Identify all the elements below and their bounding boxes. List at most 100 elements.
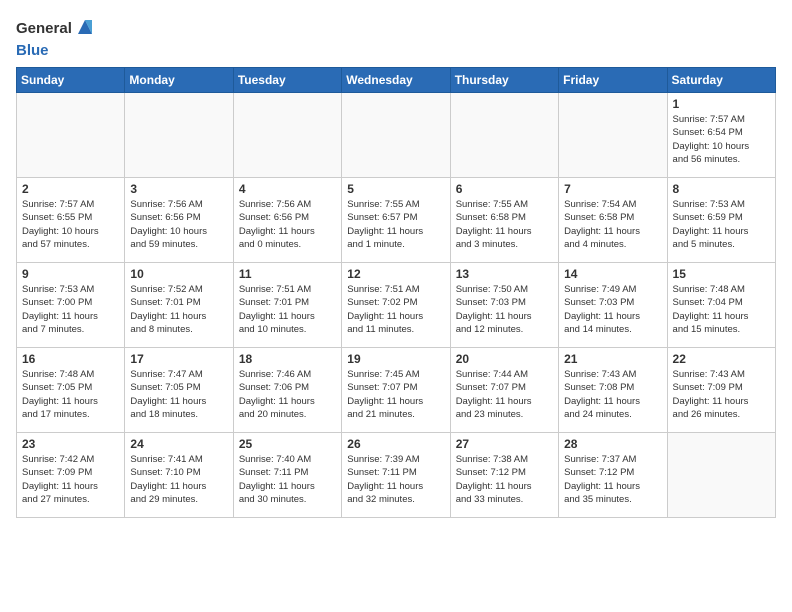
calendar-cell: 15 Sunrise: 7:48 AMSunset: 7:04 PMDayligh… xyxy=(667,263,775,348)
day-number: 25 xyxy=(239,437,336,451)
day-info: Sunrise: 7:43 AMSunset: 7:08 PMDaylight:… xyxy=(564,368,661,421)
day-info: Sunrise: 7:54 AMSunset: 6:58 PMDaylight:… xyxy=(564,198,661,251)
day-info: Sunrise: 7:53 AMSunset: 7:00 PMDaylight:… xyxy=(22,283,119,336)
calendar-cell: 22 Sunrise: 7:43 AMSunset: 7:09 PMDayligh… xyxy=(667,348,775,433)
day-number: 22 xyxy=(673,352,770,366)
day-info: Sunrise: 7:42 AMSunset: 7:09 PMDaylight:… xyxy=(22,453,119,506)
calendar-cell: 4 Sunrise: 7:56 AMSunset: 6:56 PMDaylight… xyxy=(233,178,341,263)
logo: General Blue xyxy=(16,16,96,59)
day-number: 2 xyxy=(22,182,119,196)
day-info: Sunrise: 7:39 AMSunset: 7:11 PMDaylight:… xyxy=(347,453,444,506)
calendar-cell: 14 Sunrise: 7:49 AMSunset: 7:03 PMDayligh… xyxy=(559,263,667,348)
calendar-cell: 16 Sunrise: 7:48 AMSunset: 7:05 PMDayligh… xyxy=(17,348,125,433)
calendar-cell: 28 Sunrise: 7:37 AMSunset: 7:12 PMDayligh… xyxy=(559,433,667,518)
calendar-cell: 25 Sunrise: 7:40 AMSunset: 7:11 PMDayligh… xyxy=(233,433,341,518)
day-info: Sunrise: 7:37 AMSunset: 7:12 PMDaylight:… xyxy=(564,453,661,506)
day-info: Sunrise: 7:53 AMSunset: 6:59 PMDaylight:… xyxy=(673,198,770,251)
calendar-cell: 19 Sunrise: 7:45 AMSunset: 7:07 PMDayligh… xyxy=(342,348,450,433)
calendar-cell xyxy=(450,93,558,178)
weekday-header-sunday: Sunday xyxy=(17,68,125,93)
day-info: Sunrise: 7:52 AMSunset: 7:01 PMDaylight:… xyxy=(130,283,227,336)
day-number: 17 xyxy=(130,352,227,366)
day-number: 1 xyxy=(673,97,770,111)
day-number: 19 xyxy=(347,352,444,366)
calendar-cell xyxy=(233,93,341,178)
weekday-header-tuesday: Tuesday xyxy=(233,68,341,93)
day-number: 23 xyxy=(22,437,119,451)
week-row-2: 2Sunrise: 7:57 AMSunset: 6:55 PMDaylight… xyxy=(17,178,776,263)
day-info: Sunrise: 7:48 AMSunset: 7:04 PMDaylight:… xyxy=(673,283,770,336)
day-info: Sunrise: 7:55 AMSunset: 6:58 PMDaylight:… xyxy=(456,198,553,251)
day-number: 7 xyxy=(564,182,661,196)
day-number: 3 xyxy=(130,182,227,196)
day-number: 16 xyxy=(22,352,119,366)
day-number: 11 xyxy=(239,267,336,281)
weekday-header-row: SundayMondayTuesdayWednesdayThursdayFrid… xyxy=(17,68,776,93)
weekday-header-friday: Friday xyxy=(559,68,667,93)
day-info: Sunrise: 7:48 AMSunset: 7:05 PMDaylight:… xyxy=(22,368,119,421)
day-number: 5 xyxy=(347,182,444,196)
weekday-header-thursday: Thursday xyxy=(450,68,558,93)
day-info: Sunrise: 7:45 AMSunset: 7:07 PMDaylight:… xyxy=(347,368,444,421)
calendar-cell: 13 Sunrise: 7:50 AMSunset: 7:03 PMDayligh… xyxy=(450,263,558,348)
day-number: 24 xyxy=(130,437,227,451)
day-info: Sunrise: 7:47 AMSunset: 7:05 PMDaylight:… xyxy=(130,368,227,421)
day-number: 14 xyxy=(564,267,661,281)
day-number: 6 xyxy=(456,182,553,196)
logo-general: General xyxy=(16,16,96,43)
calendar-cell: 17 Sunrise: 7:47 AMSunset: 7:05 PMDayligh… xyxy=(125,348,233,433)
calendar-cell: 3 Sunrise: 7:56 AMSunset: 6:56 PMDaylight… xyxy=(125,178,233,263)
calendar-cell: 10 Sunrise: 7:52 AMSunset: 7:01 PMDayligh… xyxy=(125,263,233,348)
calendar-cell xyxy=(17,93,125,178)
day-info: Sunrise: 7:49 AMSunset: 7:03 PMDaylight:… xyxy=(564,283,661,336)
day-number: 13 xyxy=(456,267,553,281)
day-number: 21 xyxy=(564,352,661,366)
day-number: 10 xyxy=(130,267,227,281)
week-row-3: 9 Sunrise: 7:53 AMSunset: 7:00 PMDaylight… xyxy=(17,263,776,348)
calendar-cell: 24Sunrise: 7:41 AMSunset: 7:10 PMDayligh… xyxy=(125,433,233,518)
day-info: Sunrise: 7:46 AMSunset: 7:06 PMDaylight:… xyxy=(239,368,336,421)
day-info: Sunrise: 7:56 AMSunset: 6:56 PMDaylight:… xyxy=(239,198,336,251)
calendar-cell: 21 Sunrise: 7:43 AMSunset: 7:08 PMDayligh… xyxy=(559,348,667,433)
week-row-5: 23 Sunrise: 7:42 AMSunset: 7:09 PMDayligh… xyxy=(17,433,776,518)
calendar-cell: 23 Sunrise: 7:42 AMSunset: 7:09 PMDayligh… xyxy=(17,433,125,518)
calendar-cell: 8 Sunrise: 7:53 AMSunset: 6:59 PMDaylight… xyxy=(667,178,775,263)
day-number: 28 xyxy=(564,437,661,451)
calendar-cell: 6 Sunrise: 7:55 AMSunset: 6:58 PMDaylight… xyxy=(450,178,558,263)
calendar-cell: 12 Sunrise: 7:51 AMSunset: 7:02 PMDayligh… xyxy=(342,263,450,348)
day-info: Sunrise: 7:55 AMSunset: 6:57 PMDaylight:… xyxy=(347,198,444,251)
week-row-4: 16 Sunrise: 7:48 AMSunset: 7:05 PMDayligh… xyxy=(17,348,776,433)
day-info: Sunrise: 7:56 AMSunset: 6:56 PMDaylight:… xyxy=(130,198,227,251)
weekday-header-monday: Monday xyxy=(125,68,233,93)
day-info: Sunrise: 7:57 AMSunset: 6:54 PMDaylight:… xyxy=(673,113,770,166)
day-number: 8 xyxy=(673,182,770,196)
calendar-cell: 1 Sunrise: 7:57 AMSunset: 6:54 PMDaylight… xyxy=(667,93,775,178)
day-number: 15 xyxy=(673,267,770,281)
day-info: Sunrise: 7:44 AMSunset: 7:07 PMDaylight:… xyxy=(456,368,553,421)
week-row-1: 1 Sunrise: 7:57 AMSunset: 6:54 PMDaylight… xyxy=(17,93,776,178)
weekday-header-saturday: Saturday xyxy=(667,68,775,93)
day-info: Sunrise: 7:51 AMSunset: 7:01 PMDaylight:… xyxy=(239,283,336,336)
weekday-header-wednesday: Wednesday xyxy=(342,68,450,93)
day-number: 18 xyxy=(239,352,336,366)
day-number: 4 xyxy=(239,182,336,196)
day-info: Sunrise: 7:43 AMSunset: 7:09 PMDaylight:… xyxy=(673,368,770,421)
day-info: Sunrise: 7:40 AMSunset: 7:11 PMDaylight:… xyxy=(239,453,336,506)
calendar-cell xyxy=(559,93,667,178)
day-info: Sunrise: 7:51 AMSunset: 7:02 PMDaylight:… xyxy=(347,283,444,336)
calendar-cell: 9 Sunrise: 7:53 AMSunset: 7:00 PMDaylight… xyxy=(17,263,125,348)
day-number: 9 xyxy=(22,267,119,281)
day-number: 20 xyxy=(456,352,553,366)
calendar-cell: 11 Sunrise: 7:51 AMSunset: 7:01 PMDayligh… xyxy=(233,263,341,348)
day-info: Sunrise: 7:38 AMSunset: 7:12 PMDaylight:… xyxy=(456,453,553,506)
calendar-cell: 2Sunrise: 7:57 AMSunset: 6:55 PMDaylight… xyxy=(17,178,125,263)
calendar-cell: 7 Sunrise: 7:54 AMSunset: 6:58 PMDaylight… xyxy=(559,178,667,263)
page-header: General Blue xyxy=(16,16,776,59)
day-info: Sunrise: 7:50 AMSunset: 7:03 PMDaylight:… xyxy=(456,283,553,336)
calendar-cell: 27Sunrise: 7:38 AMSunset: 7:12 PMDayligh… xyxy=(450,433,558,518)
calendar-cell: 5 Sunrise: 7:55 AMSunset: 6:57 PMDaylight… xyxy=(342,178,450,263)
calendar: SundayMondayTuesdayWednesdayThursdayFrid… xyxy=(16,67,776,518)
calendar-cell: 18 Sunrise: 7:46 AMSunset: 7:06 PMDayligh… xyxy=(233,348,341,433)
day-number: 12 xyxy=(347,267,444,281)
logo-blue: Blue xyxy=(16,43,96,60)
